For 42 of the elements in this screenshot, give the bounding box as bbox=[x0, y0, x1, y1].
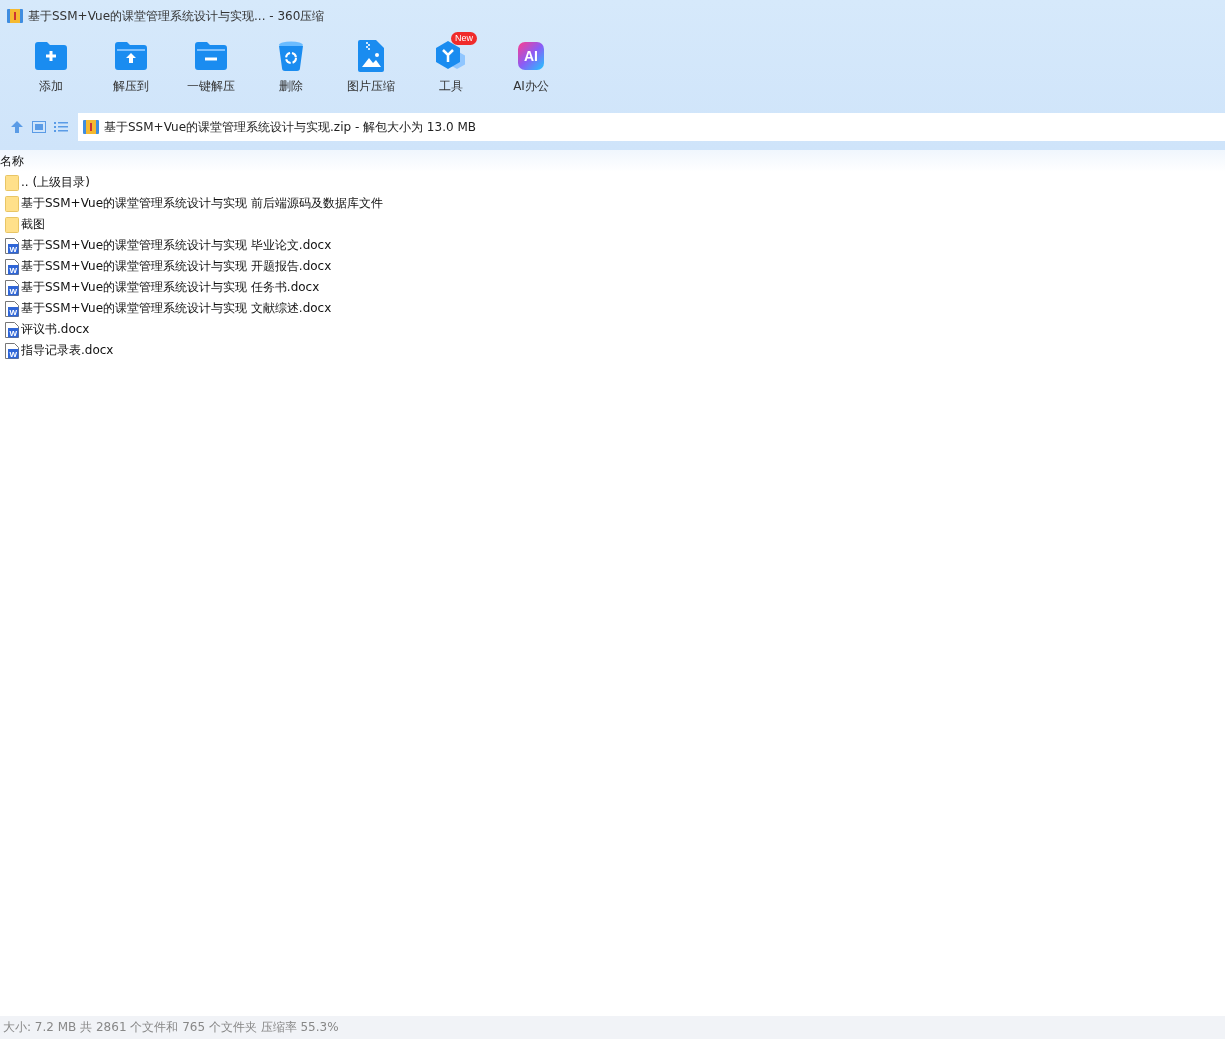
hexagon-y-icon bbox=[435, 41, 467, 71]
recycle-bin-icon bbox=[278, 41, 304, 71]
word-document-icon: W bbox=[5, 342, 19, 359]
word-document-icon: W bbox=[5, 300, 19, 317]
up-arrow-icon[interactable] bbox=[10, 120, 24, 134]
word-document-icon: W bbox=[5, 321, 19, 338]
archive-icon bbox=[7, 9, 23, 23]
folder-plus-icon bbox=[35, 42, 67, 70]
column-header[interactable]: 名称 bbox=[0, 152, 24, 170]
file-name[interactable]: 评议书.docx bbox=[21, 321, 90, 338]
toolbar-button[interactable]: 删除 bbox=[251, 32, 331, 106]
toolbar-button[interactable]: New 工具 bbox=[411, 32, 491, 106]
word-document-icon: W bbox=[5, 237, 19, 254]
file-name[interactable]: 基于SSM+Vue的课堂管理系统设计与实现 毕业论文.docx bbox=[21, 237, 332, 254]
toolbar-button[interactable]: 解压到 bbox=[91, 32, 171, 106]
status-text: 大小: 7.2 MB 共 2861 个文件和 765 个文件夹 压缩率 55.3% bbox=[3, 1019, 339, 1036]
toolbar-button[interactable]: 一键解压 bbox=[171, 32, 251, 106]
image-file-icon bbox=[358, 40, 384, 72]
archive-icon bbox=[83, 120, 99, 134]
new-badge: New bbox=[451, 32, 477, 45]
list-view-icon[interactable] bbox=[54, 121, 68, 133]
path-field[interactable]: 基于SSM+Vue的课堂管理系统设计与实现.zip - 解包大小为 13.0 MB bbox=[78, 113, 1225, 141]
file-name[interactable]: 基于SSM+Vue的课堂管理系统设计与实现 开题报告.docx bbox=[21, 258, 332, 275]
file-name[interactable]: 基于SSM+Vue的课堂管理系统设计与实现 前后端源码及数据库文件 bbox=[21, 195, 383, 212]
folder-icon bbox=[5, 195, 19, 212]
toolbar-button[interactable]: AI AI办公 bbox=[491, 32, 571, 106]
folder-icon bbox=[5, 216, 19, 233]
word-document-icon: W bbox=[5, 258, 19, 275]
file-name[interactable]: 基于SSM+Vue的课堂管理系统设计与实现 任务书.docx bbox=[21, 279, 320, 296]
toolbar-button[interactable]: 图片压缩 bbox=[331, 32, 411, 106]
window-title: 基于SSM+Vue的课堂管理系统设计与实现... - 360压缩 bbox=[28, 7, 325, 25]
thumbnail-view-icon[interactable] bbox=[32, 121, 46, 133]
file-name[interactable]: 截图 bbox=[21, 216, 45, 233]
word-document-icon: W bbox=[5, 279, 19, 296]
folder-icon bbox=[5, 174, 19, 191]
folder-upload-icon bbox=[115, 42, 147, 70]
folder-minus-icon bbox=[195, 42, 227, 70]
file-name[interactable]: .. (上级目录) bbox=[21, 174, 90, 191]
ai-logo-icon: AI bbox=[518, 42, 544, 70]
file-name[interactable]: 基于SSM+Vue的课堂管理系统设计与实现 文献综述.docx bbox=[21, 300, 332, 317]
toolbar-button[interactable]: 添加 bbox=[11, 32, 91, 106]
file-name[interactable]: 指导记录表.docx bbox=[21, 342, 114, 359]
